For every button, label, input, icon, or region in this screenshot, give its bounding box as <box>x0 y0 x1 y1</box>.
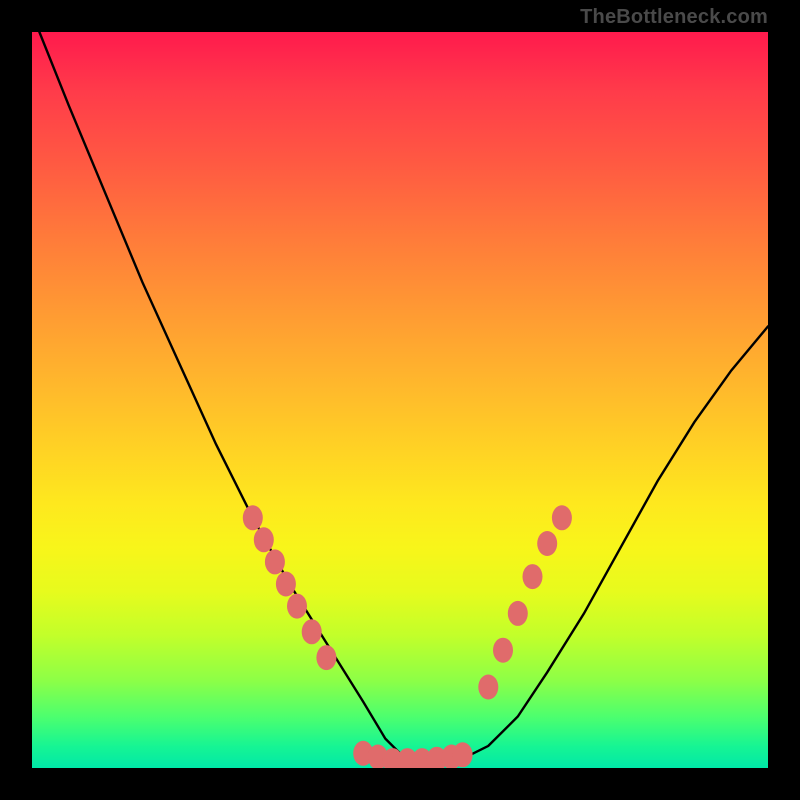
marker-dot <box>493 638 513 663</box>
marker-dot <box>523 564 543 589</box>
marker-dot <box>254 527 274 552</box>
marker-dot <box>552 505 572 530</box>
marker-dot <box>287 594 307 619</box>
marker-dot <box>537 531 557 556</box>
marker-dot <box>243 505 263 530</box>
marker-dot <box>302 619 322 644</box>
marker-dot <box>478 675 498 700</box>
marker-layer <box>243 505 572 768</box>
marker-dot <box>316 645 336 670</box>
marker-dot <box>453 742 473 767</box>
chart-frame: TheBottleneck.com <box>0 0 800 800</box>
bottleneck-curve <box>39 32 768 761</box>
plot-area <box>32 32 768 768</box>
watermark: TheBottleneck.com <box>580 6 768 29</box>
chart-svg <box>32 32 768 768</box>
marker-dot <box>265 549 285 574</box>
marker-dot <box>508 601 528 626</box>
marker-dot <box>276 572 296 597</box>
